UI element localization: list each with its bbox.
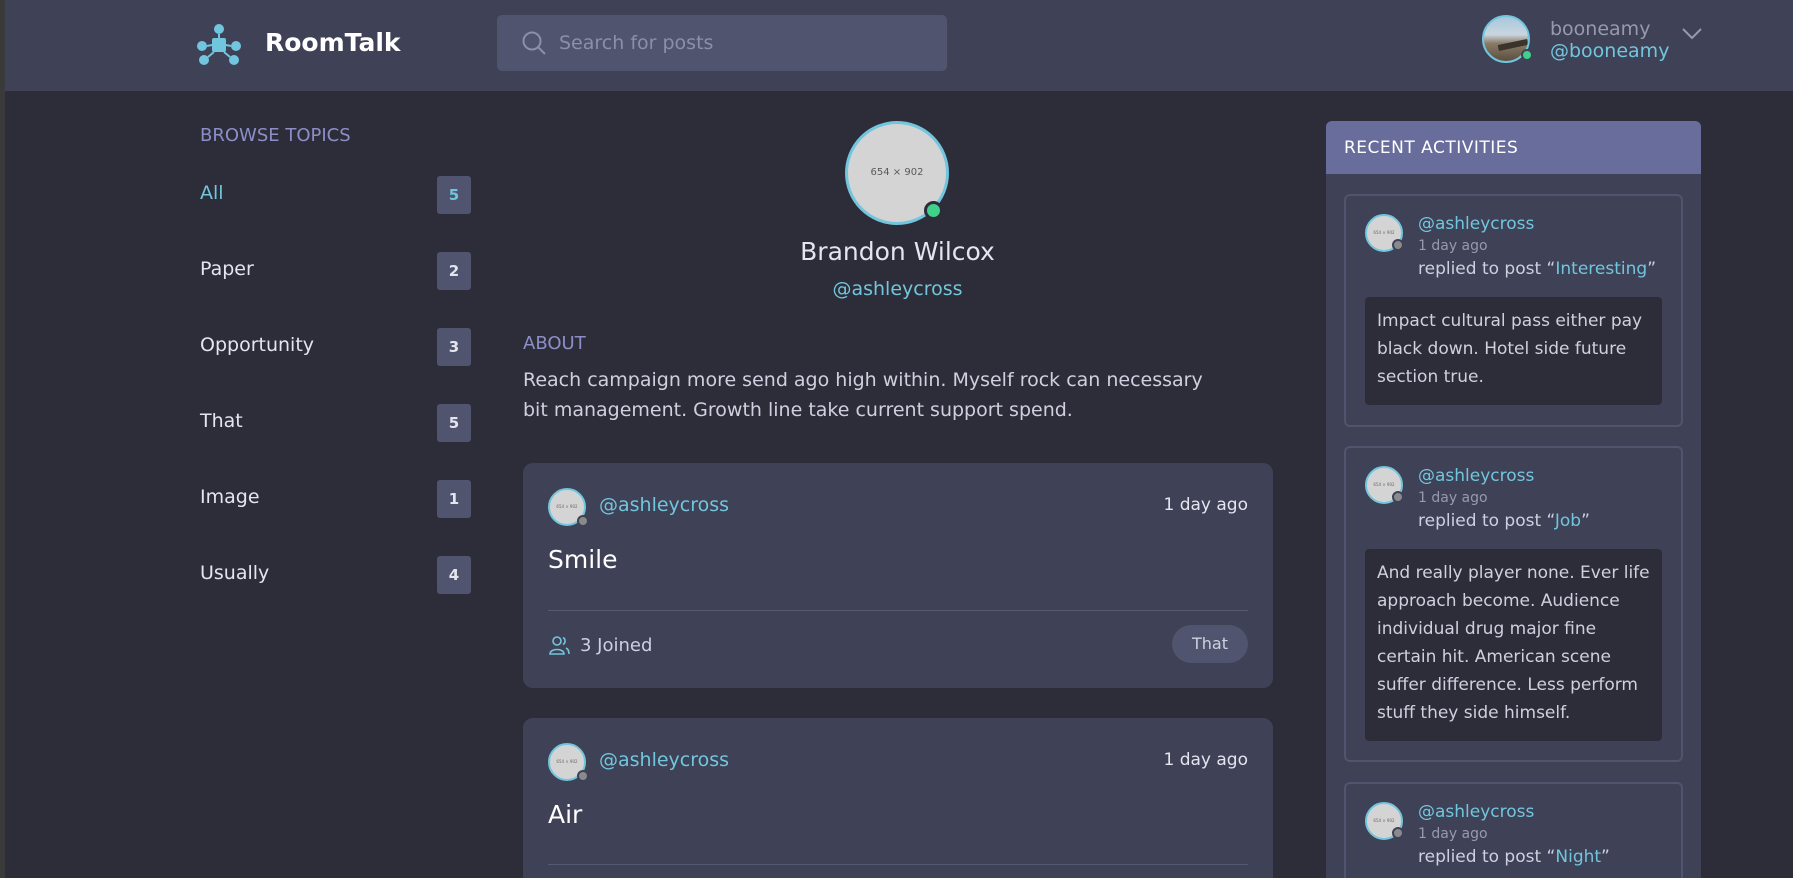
profile-handle[interactable]: @ashleycross — [640, 278, 1155, 300]
post-divider — [548, 864, 1248, 865]
activity-reply-body: Impact cultural pass either pay black do… — [1365, 297, 1662, 405]
topic-count-badge: 5 — [437, 404, 471, 442]
activity-item: 654 × 902 @ashleycross 1 day ago replied… — [1344, 194, 1683, 427]
activity-timestamp: 1 day ago — [1418, 490, 1488, 506]
topic-item-paper[interactable]: Paper 2 — [200, 252, 471, 290]
brand-name[interactable]: RoomTalk — [265, 28, 401, 57]
offline-status-indicator — [1392, 827, 1404, 839]
activity-description: replied to post “Job” — [1418, 511, 1590, 531]
topic-count-badge: 1 — [437, 480, 471, 518]
activity-suffix: ” — [1601, 847, 1610, 867]
activity-suffix: ” — [1647, 259, 1656, 279]
browse-topics-title: BROWSE TOPICS — [200, 125, 351, 146]
activity-reply-body: And really player none. Ever life approa… — [1365, 549, 1662, 741]
activity-prefix: replied to post “ — [1418, 847, 1556, 867]
topic-item-image[interactable]: Image 1 — [200, 480, 471, 518]
offline-status-indicator — [1392, 239, 1404, 251]
topic-count-badge: 2 — [437, 252, 471, 290]
recent-activities-panel: RECENT ACTIVITIES 654 × 902 @ashleycross… — [1326, 121, 1701, 878]
post-author-link[interactable]: @ashleycross — [599, 749, 729, 771]
activity-suffix: ” — [1581, 511, 1590, 531]
topic-count-badge: 3 — [437, 328, 471, 366]
offline-status-indicator — [1392, 491, 1404, 503]
window-edge — [0, 0, 5, 878]
activity-author-link[interactable]: @ashleycross — [1418, 802, 1534, 822]
topic-label: Image — [200, 486, 260, 508]
topic-label: Opportunity — [200, 334, 315, 356]
activity-prefix: replied to post “ — [1418, 511, 1555, 531]
topic-label: Usually — [200, 562, 270, 584]
activity-description: replied to post “Interesting” — [1418, 259, 1656, 279]
recent-activities-header: RECENT ACTIVITIES — [1326, 121, 1701, 174]
feed-post[interactable]: 654 × 902 @ashleycross 1 day ago Smile 3… — [523, 463, 1273, 688]
post-author-link[interactable]: @ashleycross — [599, 494, 729, 516]
recent-activities-title: RECENT ACTIVITIES — [1344, 138, 1519, 158]
about-title: ABOUT — [523, 333, 586, 354]
profile-name: Brandon Wilcox — [800, 237, 995, 266]
topic-label: That — [200, 410, 243, 432]
activity-prefix: replied to post “ — [1418, 259, 1556, 279]
post-divider — [548, 610, 1248, 611]
activity-post-link[interactable]: Night — [1555, 847, 1601, 867]
activity-author-link[interactable]: @ashleycross — [1418, 466, 1534, 486]
post-title[interactable]: Smile — [548, 545, 618, 574]
activity-description: replied to post “Night” — [1418, 847, 1610, 867]
activity-timestamp: 1 day ago — [1418, 826, 1488, 842]
topic-count-badge: 5 — [437, 176, 471, 214]
offline-status-indicator — [577, 515, 589, 527]
post-timestamp: 1 day ago — [1163, 495, 1248, 515]
activity-post-link[interactable]: Job — [1555, 511, 1581, 531]
topic-label: All — [200, 182, 224, 204]
user-name[interactable]: booneamy — [1550, 18, 1650, 40]
topic-label: Paper — [200, 258, 254, 280]
activity-item: 654 × 902 @ashleycross 1 day ago replied… — [1344, 446, 1683, 762]
post-title[interactable]: Air — [548, 800, 582, 829]
search-icon — [522, 31, 546, 55]
topic-tag[interactable]: That — [1172, 625, 1248, 663]
activity-timestamp: 1 day ago — [1418, 238, 1488, 254]
joined-count: 3 Joined — [580, 635, 653, 656]
user-handle[interactable]: @booneamy — [1550, 40, 1669, 62]
search-bar[interactable] — [497, 15, 947, 71]
activity-post-link[interactable]: Interesting — [1555, 259, 1647, 279]
roomtalk-logo-icon[interactable] — [194, 22, 244, 66]
online-status-indicator — [924, 201, 943, 220]
post-timestamp: 1 day ago — [1163, 750, 1248, 770]
topic-item-opportunity[interactable]: Opportunity 3 — [200, 328, 471, 366]
topic-item-all[interactable]: All 5 — [200, 176, 471, 214]
activity-author-link[interactable]: @ashleycross — [1418, 214, 1534, 234]
chevron-down-icon[interactable] — [1681, 27, 1703, 41]
topic-item-usually[interactable]: Usually 4 — [200, 556, 471, 594]
users-icon — [549, 636, 570, 655]
feed-post[interactable]: 654 × 902 @ashleycross 1 day ago Air — [523, 718, 1273, 878]
about-text: Reach campaign more send ago high within… — [523, 369, 1203, 421]
offline-status-indicator — [577, 770, 589, 782]
online-status-indicator — [1521, 49, 1533, 61]
topic-item-that[interactable]: That 5 — [200, 404, 471, 442]
activity-item: 654 × 902 @ashleycross 1 day ago replied… — [1344, 782, 1683, 878]
search-input[interactable] — [559, 29, 929, 57]
topic-count-badge: 4 — [437, 556, 471, 594]
